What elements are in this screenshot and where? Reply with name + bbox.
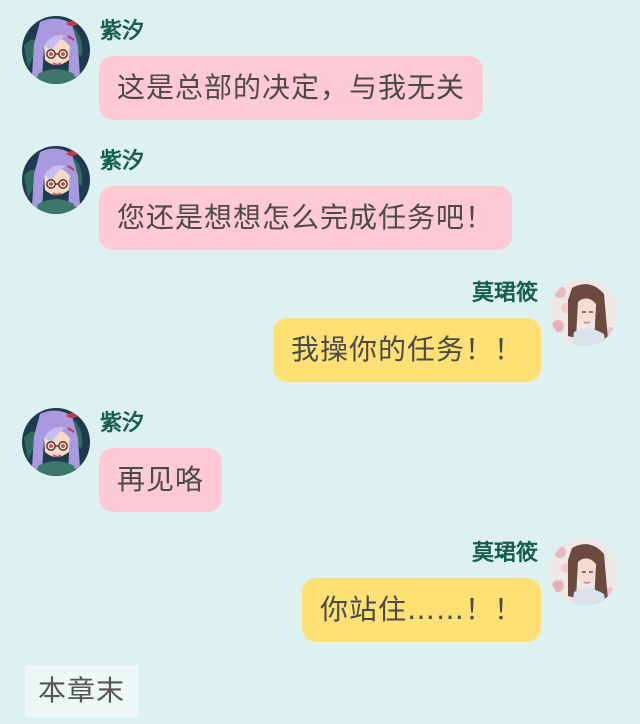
- avatar[interactable]: [550, 538, 618, 606]
- sender-name: 莫珺筱: [471, 541, 538, 566]
- purple-hair-girl-avatar-icon: [22, 146, 90, 214]
- avatar[interactable]: [22, 408, 90, 476]
- purple-hair-girl-avatar-icon: [22, 16, 90, 84]
- sender-name: 紫汐: [100, 411, 145, 436]
- purple-hair-girl-avatar-icon: [22, 408, 90, 476]
- message-bubble: 你站住……！！: [301, 578, 541, 642]
- avatar[interactable]: [550, 278, 618, 346]
- message-bubble: 您还是想想怎么完成任务吧！: [99, 186, 513, 250]
- sender-name: 紫汐: [100, 19, 145, 44]
- message-bubble: 再见咯: [99, 448, 223, 512]
- chapter-end-label: 本章末: [25, 665, 138, 717]
- avatar[interactable]: [22, 16, 90, 84]
- brown-hair-girl-avatar-icon: [550, 538, 618, 606]
- sender-name: 莫珺筱: [471, 281, 538, 306]
- message-bubble: 我操你的任务！！: [272, 318, 541, 382]
- avatar[interactable]: [22, 146, 90, 214]
- sender-name: 紫汐: [100, 149, 145, 174]
- brown-hair-girl-avatar-icon: [550, 278, 618, 346]
- message-bubble: 这是总部的决定，与我无关: [99, 56, 484, 120]
